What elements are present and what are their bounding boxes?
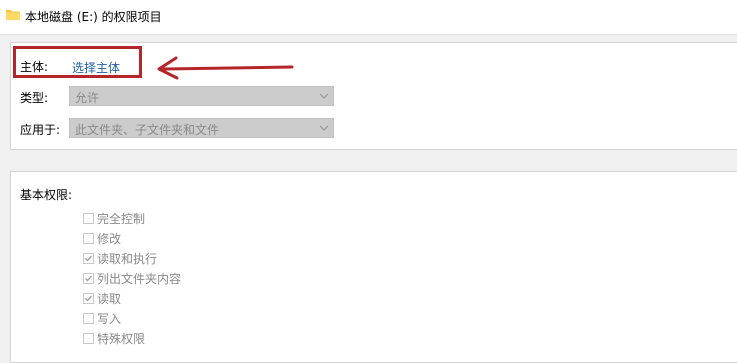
permission-item[interactable]: 特殊权限: [83, 330, 145, 346]
annotation-highlight-box: [13, 46, 142, 78]
folder-icon: [6, 10, 20, 20]
permission-label: 读取: [97, 291, 122, 306]
type-dropdown[interactable]: 允许: [69, 86, 334, 106]
checkmark-icon: [85, 295, 92, 302]
permission-item[interactable]: 读取: [83, 290, 121, 306]
permission-item[interactable]: 列出文件夹内容: [83, 270, 181, 286]
permission-item[interactable]: 读取和执行: [83, 250, 157, 266]
permission-label: 写入: [97, 311, 122, 326]
permission-checkbox[interactable]: [83, 332, 94, 344]
checkmark-icon: [85, 255, 92, 262]
arrow-left-icon: [157, 56, 294, 80]
permission-label: 读取和执行: [97, 251, 158, 266]
permission-item[interactable]: 写入: [83, 310, 121, 326]
permission-label: 完全控制: [97, 211, 146, 226]
title-bar: 本地磁盘 (E:) 的权限项目: [0, 0, 737, 35]
permission-checkbox[interactable]: [83, 252, 94, 264]
window-title: 本地磁盘 (E:) 的权限项目: [25, 10, 162, 24]
permission-label: 列出文件夹内容: [97, 271, 182, 286]
permission-checkbox[interactable]: [83, 212, 94, 224]
permission-label: 修改: [97, 231, 122, 246]
applies-to-dropdown[interactable]: 此文件夹、子文件夹和文件: [69, 118, 334, 138]
permission-checkbox[interactable]: [83, 312, 94, 324]
chevron-down-icon: [319, 93, 329, 99]
permission-item[interactable]: 修改: [83, 230, 121, 246]
chevron-down-icon: [319, 125, 329, 131]
type-dropdown-value: 允许: [75, 91, 100, 105]
permission-label: 特殊权限: [97, 331, 146, 346]
type-label: 类型:: [20, 91, 49, 105]
permission-checkbox[interactable]: [83, 292, 94, 304]
permission-checkbox[interactable]: [83, 232, 94, 244]
basic-permissions-heading: 基本权限:: [20, 188, 73, 202]
checkmark-icon: [85, 275, 92, 282]
permission-checkbox[interactable]: [83, 272, 94, 284]
permission-item[interactable]: 完全控制: [83, 210, 145, 226]
applies-to-label: 应用于:: [20, 123, 61, 137]
applies-to-dropdown-value: 此文件夹、子文件夹和文件: [75, 123, 220, 137]
